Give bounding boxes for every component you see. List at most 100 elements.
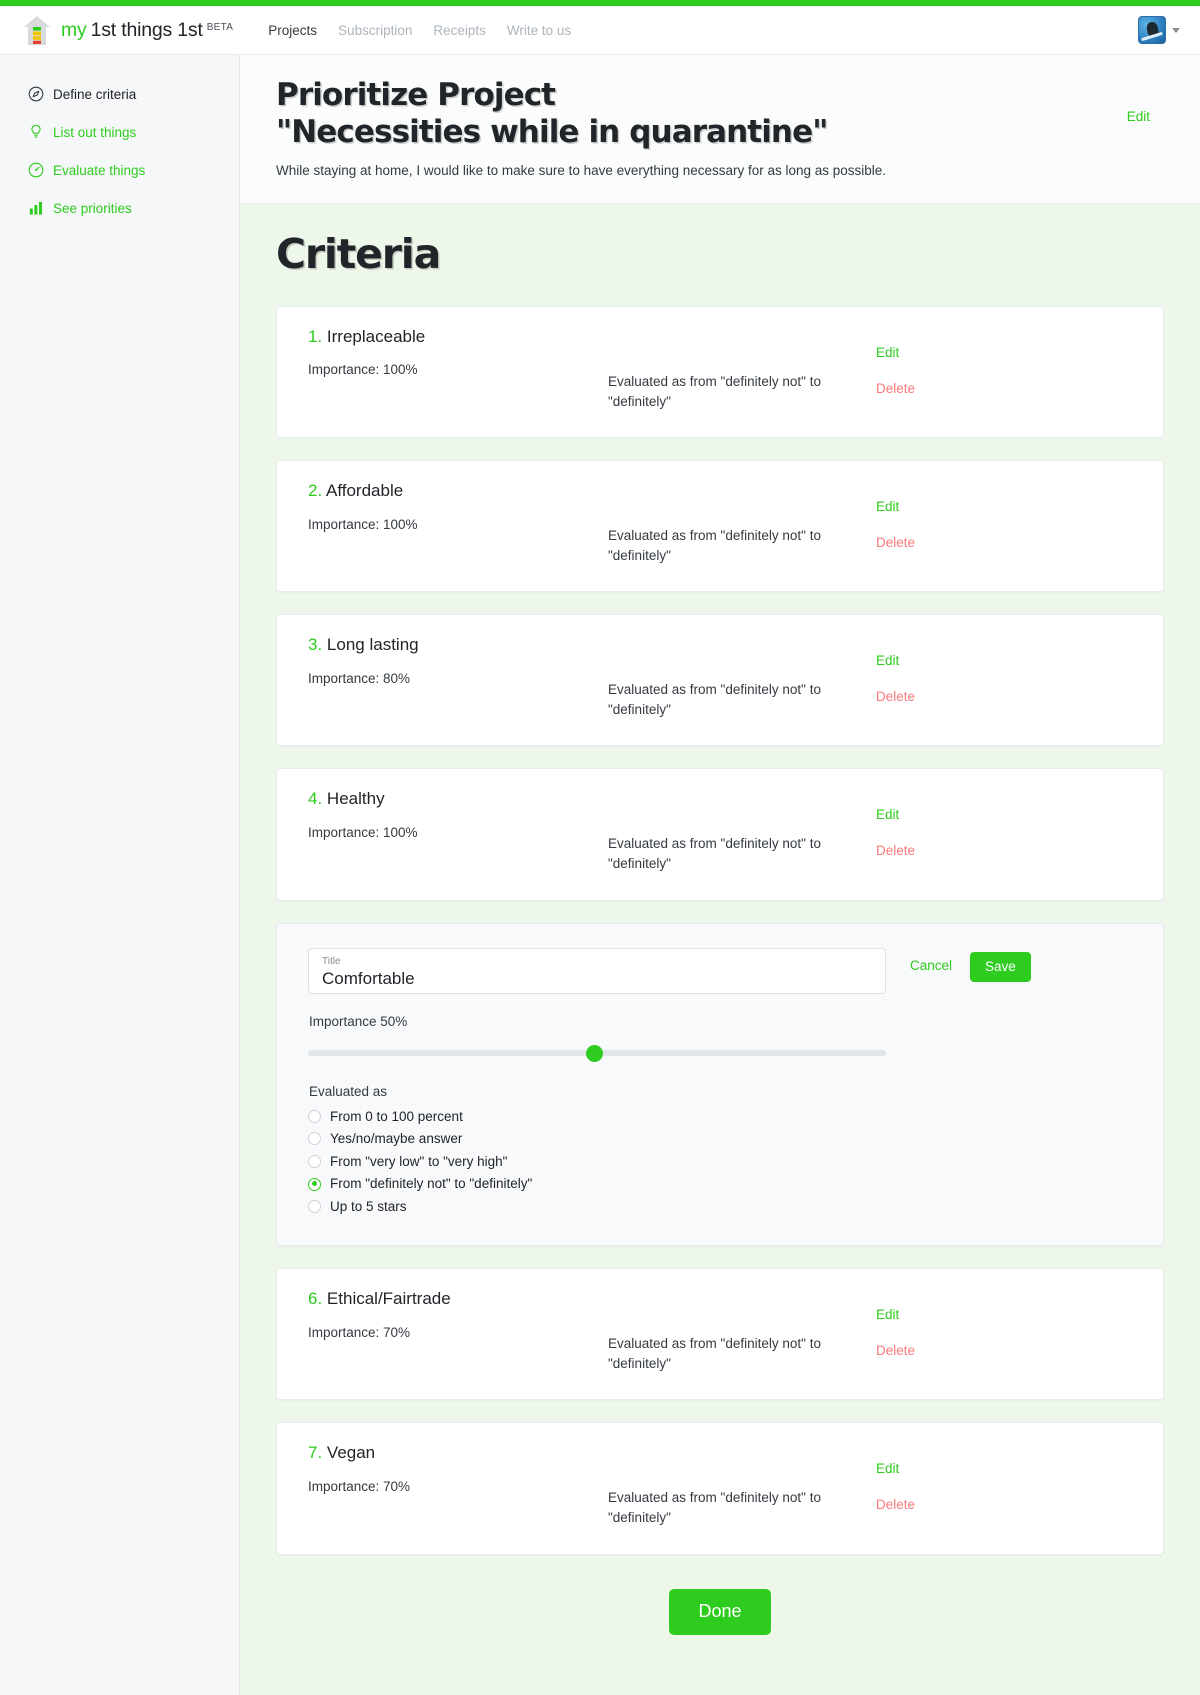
radio-icon[interactable] [308, 1109, 321, 1123]
criterion-actions: Edit Delete [858, 481, 998, 565]
nav-link-projects[interactable]: Projects [268, 23, 317, 38]
edit-button[interactable]: Edit [876, 1461, 998, 1476]
radio-icon[interactable] [308, 1132, 321, 1146]
delete-button[interactable]: Delete [876, 535, 998, 550]
criteria-list: 1. Irreplaceable Importance: 100% Evalua… [240, 306, 1200, 1635]
criterion-name: 7. Vegan [308, 1443, 608, 1463]
page-title-line2: "Necessities while in quarantine" [276, 113, 828, 150]
sidebar-label-define-criteria: Define criteria [53, 86, 137, 102]
criterion-importance: Importance: 100% [308, 516, 418, 532]
page-title: Prioritize Project "Necessities while in… [276, 77, 1127, 150]
brand-beta-badge: BETA [206, 21, 234, 33]
criterion-actions: Edit Delete [858, 789, 998, 873]
criterion-actions: Edit Delete [858, 327, 998, 411]
radio-option-definitely-not-definitely[interactable]: From "definitely not" to "definitely" [308, 1174, 886, 1194]
chevron-down-icon[interactable] [1172, 27, 1180, 33]
delete-button[interactable]: Delete [876, 689, 998, 704]
project-edit-link[interactable]: Edit [1127, 109, 1150, 124]
criterion-info: 3. Long lasting Importance: 80% [308, 635, 608, 719]
sidebar: Define criteria List out things Evaluate… [0, 55, 240, 1695]
edit-button[interactable]: Edit [876, 499, 998, 514]
user-avatar-icon[interactable] [1138, 16, 1166, 44]
criterion-title: Vegan [326, 1443, 376, 1463]
edit-button[interactable]: Edit [876, 653, 998, 668]
nav-links: Projects Subscription Receipts Write to … [268, 23, 571, 38]
criterion-number: 4. [308, 789, 323, 809]
radio-label: From "very low" to "very high" [330, 1153, 508, 1169]
table-row: 6. Ethical/Fairtrade Importance: 70% Eva… [276, 1268, 1164, 1401]
criterion-number: 7. [308, 1443, 323, 1463]
nav-link-write-to-us[interactable]: Write to us [507, 23, 571, 38]
project-description: While staying at home, I would like to m… [276, 163, 887, 179]
slider-thumb[interactable] [586, 1044, 603, 1062]
criterion-name: 6. Ethical/Fairtrade [308, 1289, 608, 1309]
brand-logo[interactable]: my 1st things 1st BETA [22, 15, 233, 46]
project-header: Prioritize Project "Necessities while in… [240, 55, 1200, 205]
sidebar-item-see-priorities[interactable]: See priorities [0, 194, 239, 222]
edit-button[interactable]: Edit [876, 1307, 998, 1322]
sidebar-item-list-out-things[interactable]: List out things [0, 118, 239, 146]
title-input[interactable] [322, 967, 873, 989]
save-button[interactable]: Save [970, 951, 1031, 982]
sidebar-label-evaluate-things: Evaluate things [53, 162, 146, 178]
page-title-line1: Prioritize Project [276, 77, 556, 113]
radio-option-five-stars[interactable]: Up to 5 stars [308, 1197, 886, 1217]
page-layout: Define criteria List out things Evaluate… [0, 55, 1200, 1695]
sidebar-label-see-priorities: See priorities [53, 200, 132, 216]
radio-label: Up to 5 stars [330, 1198, 407, 1214]
nav-link-receipts[interactable]: Receipts [433, 23, 486, 38]
gauge-icon [28, 162, 44, 178]
edit-button[interactable]: Edit [876, 807, 998, 822]
criterion-name: 4. Healthy [308, 789, 608, 809]
criterion-edit-form: Title Importance 50% Evaluated as From 0… [276, 922, 1164, 1247]
criterion-info: 2. Affordable Importance: 100% [308, 481, 608, 565]
criterion-info: 4. Healthy Importance: 100% [308, 789, 608, 873]
delete-button[interactable]: Delete [876, 843, 998, 858]
nav-user-menu[interactable] [1138, 16, 1186, 44]
criterion-importance: Importance: 70% [308, 1478, 411, 1494]
radio-icon-selected[interactable] [308, 1177, 321, 1191]
criterion-evaluated-as: Evaluated as from "definitely not" to "d… [608, 1490, 821, 1526]
evaluated-as-label: Evaluated as [309, 1083, 388, 1099]
radio-label: From 0 to 100 percent [330, 1108, 463, 1124]
brand-text: my 1st things 1st BETA [61, 19, 233, 42]
delete-button[interactable]: Delete [876, 1497, 998, 1512]
edit-button[interactable]: Edit [876, 345, 998, 360]
delete-button[interactable]: Delete [876, 1343, 998, 1358]
radio-icon[interactable] [308, 1154, 321, 1168]
sidebar-item-define-criteria[interactable]: Define criteria [0, 80, 239, 108]
main-navbar: my 1st things 1st BETA Projects Subscripti… [0, 6, 1200, 55]
lightbulb-icon [28, 124, 44, 140]
criterion-number: 2. [308, 481, 323, 501]
delete-button[interactable]: Delete [876, 381, 998, 396]
brand-name: 1st things 1st [90, 18, 203, 41]
radio-option-yes-no-maybe[interactable]: Yes/no/maybe answer [308, 1129, 886, 1149]
table-row: 3. Long lasting Importance: 80% Evaluate… [276, 614, 1164, 747]
criterion-number: 1. [308, 327, 323, 347]
house-bars-logo-icon [22, 15, 52, 46]
criterion-title: Long lasting [326, 635, 419, 655]
title-field-label: Title [322, 955, 341, 967]
nav-link-subscription[interactable]: Subscription [338, 23, 412, 38]
criterion-evaluated-as: Evaluated as from "definitely not" to "d… [608, 374, 821, 409]
criterion-actions: Edit Delete [858, 635, 998, 719]
criterion-title: Irreplaceable [326, 327, 426, 347]
cancel-button[interactable]: Cancel [908, 952, 954, 979]
criterion-evaluated-as: Evaluated as from "definitely not" to "d… [608, 528, 821, 563]
title-field-wrapper[interactable]: Title [308, 947, 886, 994]
criterion-evaluated-as: Evaluated as from "definitely not" to "d… [608, 836, 821, 871]
edit-form-actions: Cancel Save [886, 948, 1046, 1220]
radio-icon[interactable] [308, 1200, 321, 1214]
radio-option-very-low-very-high[interactable]: From "very low" to "very high" [308, 1152, 886, 1172]
importance-slider[interactable] [308, 1044, 886, 1063]
radio-label: Yes/no/maybe answer [330, 1131, 463, 1147]
done-button[interactable]: Done [669, 1588, 771, 1635]
radio-option-percent[interactable]: From 0 to 100 percent [308, 1107, 886, 1127]
criterion-name: 2. Affordable [308, 481, 608, 501]
table-row: 1. Irreplaceable Importance: 100% Evalua… [276, 306, 1164, 439]
importance-label: Importance 50% [309, 1013, 408, 1029]
sidebar-item-evaluate-things[interactable]: Evaluate things [0, 156, 239, 184]
main-content: Prioritize Project "Necessities while in… [240, 55, 1200, 1695]
compass-icon [28, 86, 44, 102]
criterion-name: 3. Long lasting [308, 635, 608, 655]
